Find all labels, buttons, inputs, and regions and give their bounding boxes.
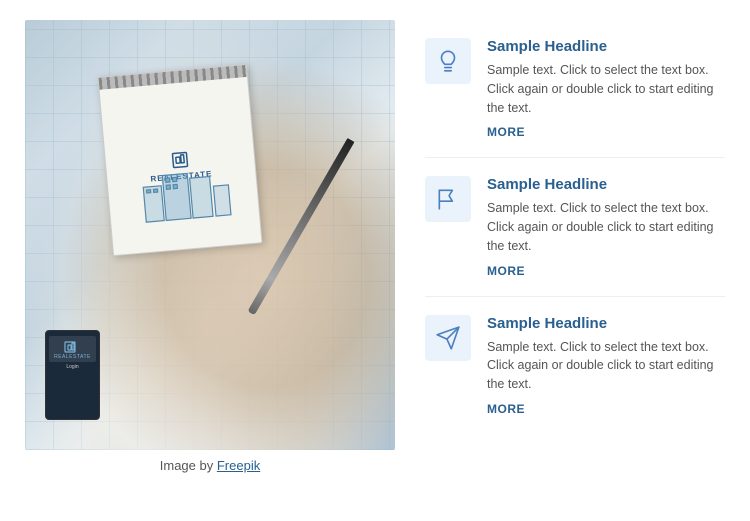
notebook: REALESTATE bbox=[97, 64, 262, 256]
phone-screen-text: Login bbox=[66, 364, 78, 370]
feature-more-1[interactable]: MORE bbox=[487, 125, 725, 139]
feature-body-3: Sample text. Click to select the text bo… bbox=[487, 338, 725, 394]
feature-body-2: Sample text. Click to select the text bo… bbox=[487, 199, 725, 255]
feature-headline-2: Sample Headline bbox=[487, 176, 725, 193]
image-caption: Image by Freepik bbox=[25, 458, 395, 473]
right-features: Sample Headline Sample text. Click to se… bbox=[425, 20, 725, 434]
feature-text-2: Sample Headline Sample text. Click to se… bbox=[487, 176, 725, 277]
caption-link[interactable]: Freepik bbox=[217, 458, 260, 473]
caption-prefix: Image by bbox=[160, 458, 217, 473]
main-content: REALESTATE bbox=[25, 20, 725, 473]
flag-icon bbox=[435, 186, 461, 212]
left-image-block: REALESTATE bbox=[25, 20, 395, 473]
feature-icon-lightbulb bbox=[425, 38, 471, 84]
buildings-sketch bbox=[132, 157, 267, 228]
feature-more-3[interactable]: MORE bbox=[487, 402, 725, 416]
feature-text-3: Sample Headline Sample text. Click to se… bbox=[487, 315, 725, 416]
feature-headline-1: Sample Headline bbox=[487, 38, 725, 55]
phone-overlay: REALESTATE Login bbox=[45, 330, 100, 420]
feature-body-1: Sample text. Click to select the text bo… bbox=[487, 61, 725, 117]
feature-headline-3: Sample Headline bbox=[487, 315, 725, 332]
feature-item-2: Sample Headline Sample text. Click to se… bbox=[425, 158, 725, 296]
feature-more-2[interactable]: MORE bbox=[487, 264, 725, 278]
feature-item-3: Sample Headline Sample text. Click to se… bbox=[425, 297, 725, 434]
send-icon bbox=[435, 325, 461, 351]
phone-logo-text: REALESTATE bbox=[54, 354, 91, 360]
lightbulb-icon bbox=[435, 48, 461, 74]
feature-text-1: Sample Headline Sample text. Click to se… bbox=[487, 38, 725, 139]
main-image: REALESTATE bbox=[25, 20, 395, 450]
feature-icon-flag bbox=[425, 176, 471, 222]
feature-item-1: Sample Headline Sample text. Click to se… bbox=[425, 20, 725, 158]
feature-icon-send bbox=[425, 315, 471, 361]
